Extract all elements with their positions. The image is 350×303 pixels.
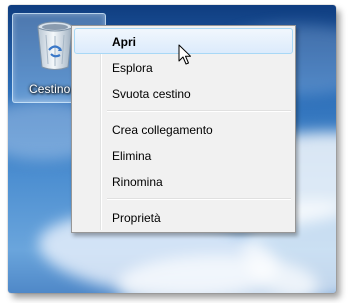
menu-separator <box>107 110 291 112</box>
menu-item-svuota-cestino[interactable]: Svuota cestino <box>74 80 293 106</box>
menu-separator <box>107 198 291 200</box>
arrow-cursor-icon <box>178 44 191 65</box>
desktop-icon-label: Cestino <box>29 82 71 96</box>
menu-item-elimina[interactable]: Elimina <box>74 142 293 168</box>
menu-item-crea-collegamento[interactable]: Crea collegamento <box>74 116 293 142</box>
menu-item-rinomina[interactable]: Rinomina <box>74 168 293 194</box>
menu-item-proprieta[interactable]: Proprietà <box>74 204 293 230</box>
recycle-bin-icon <box>37 21 73 70</box>
